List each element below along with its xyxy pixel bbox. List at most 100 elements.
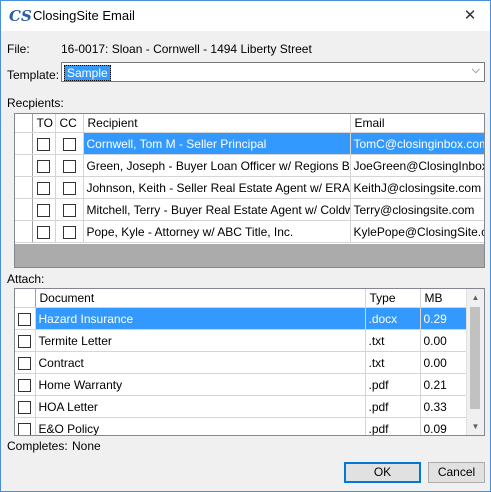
template-label: Template: [7, 68, 60, 82]
cc-checkbox-cell [55, 132, 84, 155]
document-size[interactable]: 0.09 [420, 417, 469, 435]
recipient-row[interactable]: Mitchell, Terry - Buyer Real Estate Agen… [15, 198, 484, 221]
recipient-name[interactable]: Mitchell, Terry - Buyer Real Estate Agen… [83, 198, 351, 221]
document-name[interactable]: Hazard Insurance [35, 307, 366, 330]
attach-checkbox[interactable] [18, 422, 32, 435]
document-size[interactable]: 0.29 [420, 307, 469, 330]
document-name[interactable]: Home Warranty [35, 373, 366, 396]
cc-checkbox-cell [55, 154, 84, 177]
document-name[interactable]: HOA Letter [35, 395, 366, 418]
col-document[interactable]: Document [35, 289, 366, 308]
row-header[interactable] [15, 198, 33, 221]
cc-checkbox[interactable] [62, 181, 76, 195]
cc-checkbox-cell [55, 176, 84, 199]
cc-checkbox[interactable] [62, 159, 76, 173]
attach-checkbox[interactable] [18, 356, 32, 370]
col-email[interactable]: Email [350, 114, 484, 133]
cc-checkbox[interactable] [62, 203, 76, 217]
recipient-row[interactable]: Cornwell, Tom M - Seller Principal TomC@c… [15, 132, 484, 155]
template-value: Sample [64, 65, 111, 81]
to-checkbox[interactable] [37, 181, 50, 195]
document-name[interactable]: Contract [35, 351, 366, 374]
title-bar[interactable]: CS ClosingSite Email ✕ [1, 1, 490, 31]
row-header[interactable] [15, 154, 33, 177]
completes-value: None [72, 439, 101, 453]
attach-checkbox-cell [15, 307, 36, 330]
recipient-email[interactable]: Terry@closingsite.com [350, 198, 484, 221]
row-header[interactable] [15, 220, 33, 243]
attachment-row[interactable]: Termite Letter .txt 0.00 [15, 329, 469, 352]
to-checkbox-cell [32, 198, 56, 221]
document-size[interactable]: 0.33 [420, 395, 469, 418]
row-header-corner [15, 289, 36, 308]
recipient-email[interactable]: KeithJ@closingsite.com [350, 176, 484, 199]
col-mb[interactable]: MB [420, 289, 469, 308]
scroll-down-icon[interactable]: ▼ [467, 418, 484, 435]
to-checkbox[interactable] [37, 225, 50, 239]
to-checkbox-cell [32, 154, 56, 177]
to-checkbox-cell [32, 176, 56, 199]
document-type[interactable]: .pdf [365, 373, 421, 396]
row-header[interactable] [15, 176, 33, 199]
to-checkbox[interactable] [37, 159, 50, 173]
completes-label: Completes: [7, 439, 68, 453]
attachments-grid[interactable]: Document Type MB Hazard Insurance .docx 0.… [14, 288, 485, 436]
attachment-row[interactable]: E&O Policy .pdf 0.09 [15, 417, 469, 435]
document-type[interactable]: .txt [365, 351, 421, 374]
recipients-empty-area [15, 244, 484, 267]
row-header[interactable] [15, 132, 33, 155]
attach-checkbox[interactable] [18, 334, 32, 348]
recipient-name[interactable]: Pope, Kyle - Attorney w/ ABC Title, Inc. [83, 220, 351, 243]
document-name[interactable]: E&O Policy [35, 417, 366, 435]
cc-checkbox[interactable] [62, 137, 76, 151]
ok-button[interactable]: OK [344, 462, 421, 483]
recipient-row[interactable]: Pope, Kyle - Attorney w/ ABC Title, Inc.… [15, 220, 484, 243]
recipient-email[interactable]: TomC@closinginbox.com [350, 132, 484, 155]
attach-checkbox-cell [15, 351, 36, 374]
scroll-up-icon[interactable]: ▲ [467, 289, 484, 306]
col-to[interactable]: TO [32, 114, 56, 133]
chevron-down-icon[interactable]: ⌵ [472, 64, 480, 77]
document-size[interactable]: 0.00 [420, 329, 469, 352]
recipient-name[interactable]: Johnson, Keith - Seller Real Estate Agen… [83, 176, 351, 199]
scroll-thumb[interactable] [470, 307, 480, 409]
attach-checkbox[interactable] [18, 378, 32, 392]
document-type[interactable]: .txt [365, 329, 421, 352]
document-type[interactable]: .docx [365, 307, 421, 330]
template-dropdown[interactable]: Sample ⌵ [61, 62, 485, 82]
recipient-name[interactable]: Green, Joseph - Buyer Loan Officer w/ Re… [83, 154, 351, 177]
cc-checkbox-cell [55, 198, 84, 221]
col-recipient[interactable]: Recipient [83, 114, 351, 133]
attachments-scrollbar[interactable]: ▲ ▼ [466, 289, 484, 435]
attachment-row[interactable]: Hazard Insurance .docx 0.29 [15, 307, 469, 330]
recipients-grid[interactable]: TO CC Recipient Email Cornwell, Tom M - … [14, 113, 485, 268]
attach-checkbox-cell [15, 329, 36, 352]
recipients-label: Recpients: [7, 96, 64, 110]
cc-checkbox-cell [55, 220, 84, 243]
document-type[interactable]: .pdf [365, 395, 421, 418]
recipient-email[interactable]: JoeGreen@ClosingInbox.com [350, 154, 484, 177]
col-cc[interactable]: CC [55, 114, 84, 133]
to-checkbox[interactable] [37, 203, 50, 217]
cc-checkbox[interactable] [62, 225, 76, 239]
attachment-row[interactable]: Contract .txt 0.00 [15, 351, 469, 374]
recipient-name[interactable]: Cornwell, Tom M - Seller Principal [83, 132, 351, 155]
cancel-button[interactable]: Cancel [428, 462, 485, 483]
to-checkbox-cell [32, 132, 56, 155]
recipient-row[interactable]: Johnson, Keith - Seller Real Estate Agen… [15, 176, 484, 199]
col-type[interactable]: Type [365, 289, 421, 308]
document-size[interactable]: 0.00 [420, 351, 469, 374]
close-icon[interactable]: ✕ [456, 4, 484, 28]
recipient-email[interactable]: KylePope@ClosingSite.com [350, 220, 484, 243]
attach-checkbox-cell [15, 417, 36, 435]
document-size[interactable]: 0.21 [420, 373, 469, 396]
attachment-row[interactable]: Home Warranty .pdf 0.21 [15, 373, 469, 396]
attach-checkbox[interactable] [18, 312, 32, 326]
document-type[interactable]: .pdf [365, 417, 421, 435]
attachment-row[interactable]: HOA Letter .pdf 0.33 [15, 395, 469, 418]
recipient-row[interactable]: Green, Joseph - Buyer Loan Officer w/ Re… [15, 154, 484, 177]
to-checkbox[interactable] [37, 137, 50, 151]
document-name[interactable]: Termite Letter [35, 329, 366, 352]
closingsite-logo-icon: CS [9, 7, 32, 25]
attach-checkbox[interactable] [18, 400, 32, 414]
